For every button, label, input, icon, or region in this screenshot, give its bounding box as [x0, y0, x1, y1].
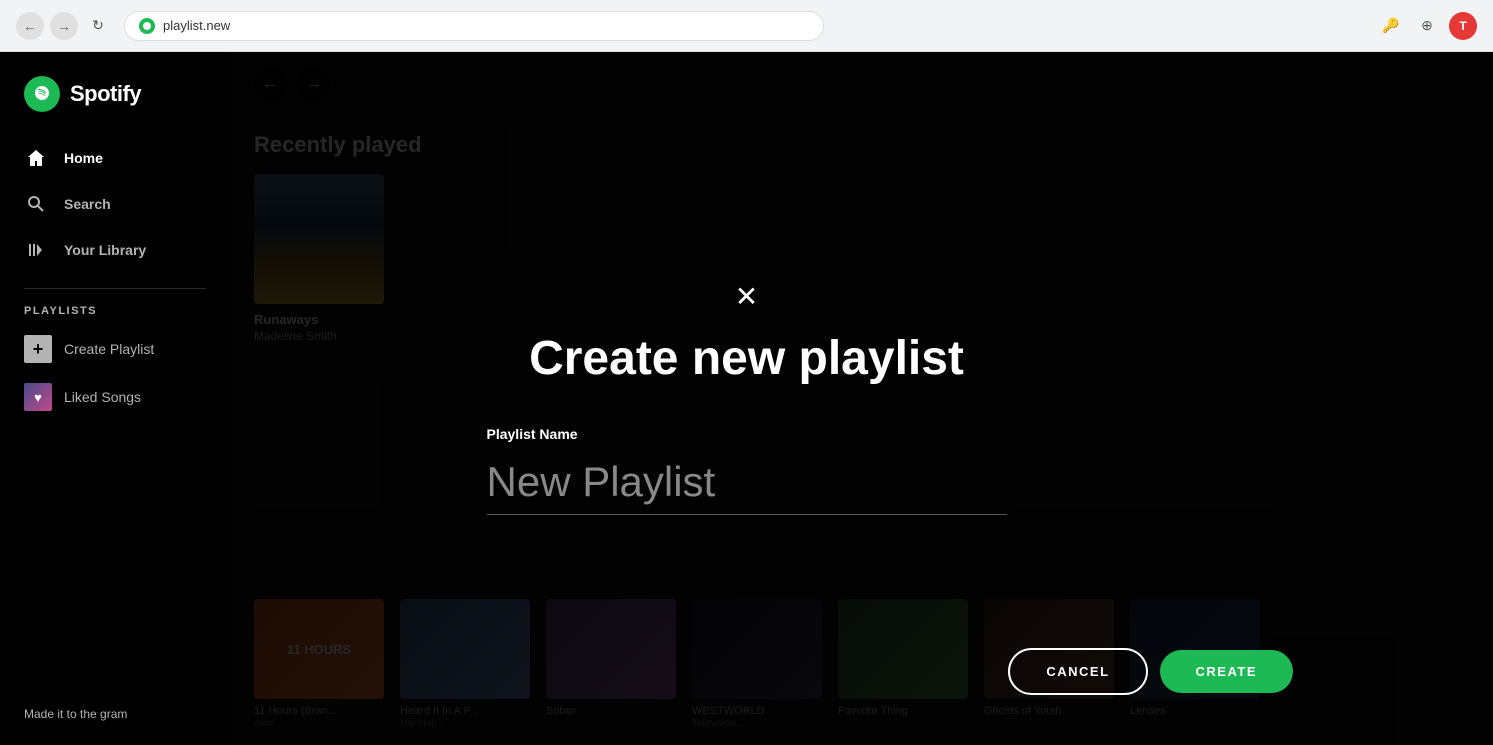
sidebar-navigation: Home Search Your Library [0, 136, 230, 272]
home-icon [24, 146, 48, 170]
liked-songs-label: Liked Songs [64, 389, 141, 405]
modal-close-button[interactable]: ✕ [735, 283, 758, 311]
cancel-button[interactable]: CANCEL [1008, 648, 1147, 695]
sidebar-item-library[interactable]: Your Library [8, 228, 222, 272]
back-button[interactable]: ← [16, 12, 44, 40]
key-icon-button[interactable]: 🔑 [1377, 12, 1405, 40]
search-label: Search [64, 196, 111, 212]
url-text: playlist.new [163, 18, 230, 33]
refresh-button[interactable]: ↻ [84, 12, 112, 40]
footer-text: Made it to the gram [24, 707, 127, 721]
create-playlist-icon: + [24, 335, 52, 363]
spotify-name-text: Spotify [70, 81, 141, 107]
create-playlist-label: Create Playlist [64, 341, 154, 357]
home-label: Home [64, 150, 103, 166]
sidebar-logo: Spotify [0, 76, 230, 136]
create-playlist-modal: ✕ Create new playlist Playlist Name CANC… [230, 52, 1493, 745]
modal-title: Create new playlist [529, 331, 964, 386]
create-button[interactable]: CREATE [1160, 650, 1293, 693]
playlists-section-title: PLAYLISTS [0, 305, 230, 325]
library-icon [24, 238, 48, 262]
profile-avatar[interactable]: T [1449, 12, 1477, 40]
add-tab-button[interactable]: ⊕ [1413, 12, 1441, 40]
sidebar: Spotify Home Search Your Library [0, 52, 230, 745]
sidebar-divider [24, 288, 206, 289]
search-icon [24, 192, 48, 216]
main-content: ← → Recently played Runaways Madeline Sm… [230, 52, 1493, 745]
address-bar[interactable]: playlist.new [124, 11, 824, 41]
library-label: Your Library [64, 242, 146, 258]
browser-chrome: ← → ↻ playlist.new 🔑 ⊕ T [0, 0, 1493, 52]
favicon-icon [139, 18, 155, 34]
playlist-name-label: Playlist Name [487, 426, 1007, 442]
sidebar-item-liked-songs[interactable]: ♥ Liked Songs [0, 373, 230, 421]
sidebar-item-home[interactable]: Home [8, 136, 222, 180]
sidebar-footer: Made it to the gram [0, 707, 230, 721]
modal-form: Playlist Name [447, 426, 1047, 515]
sidebar-item-create-playlist[interactable]: + Create Playlist [0, 325, 230, 373]
browser-action-buttons: 🔑 ⊕ T [1377, 12, 1477, 40]
spotify-logo-icon [24, 76, 60, 112]
spotify-app: Spotify Home Search Your Library [0, 52, 1493, 745]
liked-songs-icon: ♥ [24, 383, 52, 411]
browser-nav-buttons: ← → ↻ [16, 12, 112, 40]
sidebar-item-search[interactable]: Search [8, 182, 222, 226]
modal-action-buttons: CANCEL CREATE [1008, 648, 1293, 695]
playlist-name-input[interactable] [487, 450, 1007, 515]
forward-button[interactable]: → [50, 12, 78, 40]
